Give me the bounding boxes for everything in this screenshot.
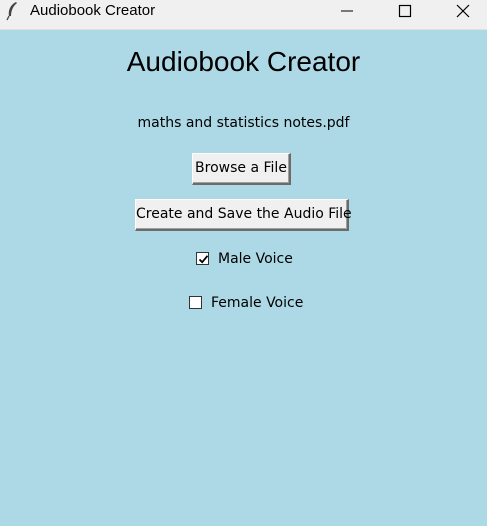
page-title: Audiobook Creator <box>126 46 361 77</box>
minimize-icon <box>341 10 353 12</box>
title-bar[interactable]: Audiobook Creator <box>0 0 487 30</box>
female-voice-label: Female Voice <box>211 295 304 311</box>
create-audio-button[interactable]: Create and Save the Audio File <box>135 199 352 231</box>
checkmark-icon <box>198 255 209 264</box>
maximize-icon <box>398 4 412 18</box>
female-voice-checkbox[interactable] <box>189 296 202 309</box>
close-icon <box>456 4 470 18</box>
close-button[interactable] <box>434 0 487 22</box>
male-voice-label: Male Voice <box>218 251 293 267</box>
browse-file-button[interactable]: Browse a File <box>192 153 291 185</box>
feather-icon <box>4 1 22 21</box>
male-voice-checkbox[interactable] <box>196 252 209 265</box>
minimize-button[interactable] <box>318 0 376 22</box>
window-title: Audiobook Creator <box>30 2 156 19</box>
maximize-button[interactable] <box>376 0 434 22</box>
selected-file-label: maths and statistics notes.pdf <box>137 115 350 131</box>
main-panel: Audiobook Creator maths and statistics n… <box>0 30 487 526</box>
